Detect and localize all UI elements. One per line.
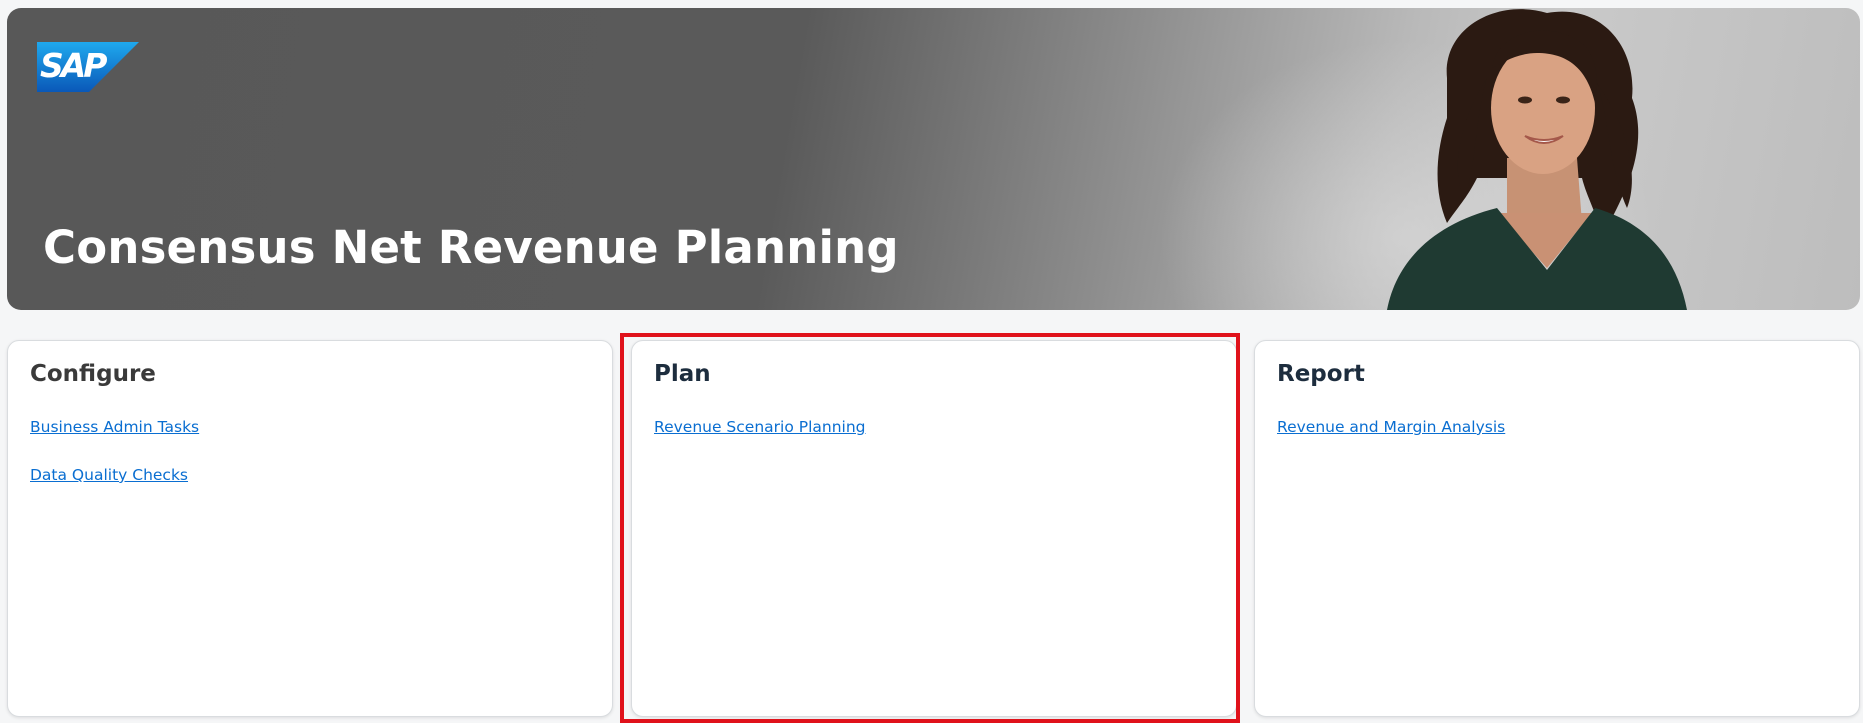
report-links: Revenue and Margin Analysis [1277, 417, 1505, 465]
configure-links: Business Admin Tasks Data Quality Checks [30, 417, 199, 513]
report-card-title: Report [1277, 361, 1365, 387]
configure-card-title: Configure [30, 361, 156, 387]
plan-card: Plan Revenue Scenario Planning [631, 340, 1237, 717]
hero-portrait-image [1387, 9, 1687, 310]
revenue-and-margin-analysis-link[interactable]: Revenue and Margin Analysis [1277, 417, 1505, 438]
page-title: Consensus Net Revenue Planning [43, 221, 899, 274]
revenue-scenario-planning-link[interactable]: Revenue Scenario Planning [654, 417, 866, 438]
data-quality-checks-link[interactable]: Data Quality Checks [30, 465, 199, 486]
page: SAP Consensus Net Revenue Planning Confi… [0, 0, 1863, 723]
configure-card: Configure Business Admin Tasks Data Qual… [7, 340, 613, 717]
sap-logo[interactable]: SAP [37, 42, 139, 92]
hero-banner: SAP Consensus Net Revenue Planning [7, 8, 1860, 310]
report-card: Report Revenue and Margin Analysis [1254, 340, 1860, 717]
sap-logo-text: SAP [40, 46, 107, 85]
plan-card-title: Plan [654, 361, 711, 387]
plan-links: Revenue Scenario Planning [654, 417, 866, 465]
business-admin-tasks-link[interactable]: Business Admin Tasks [30, 417, 199, 438]
